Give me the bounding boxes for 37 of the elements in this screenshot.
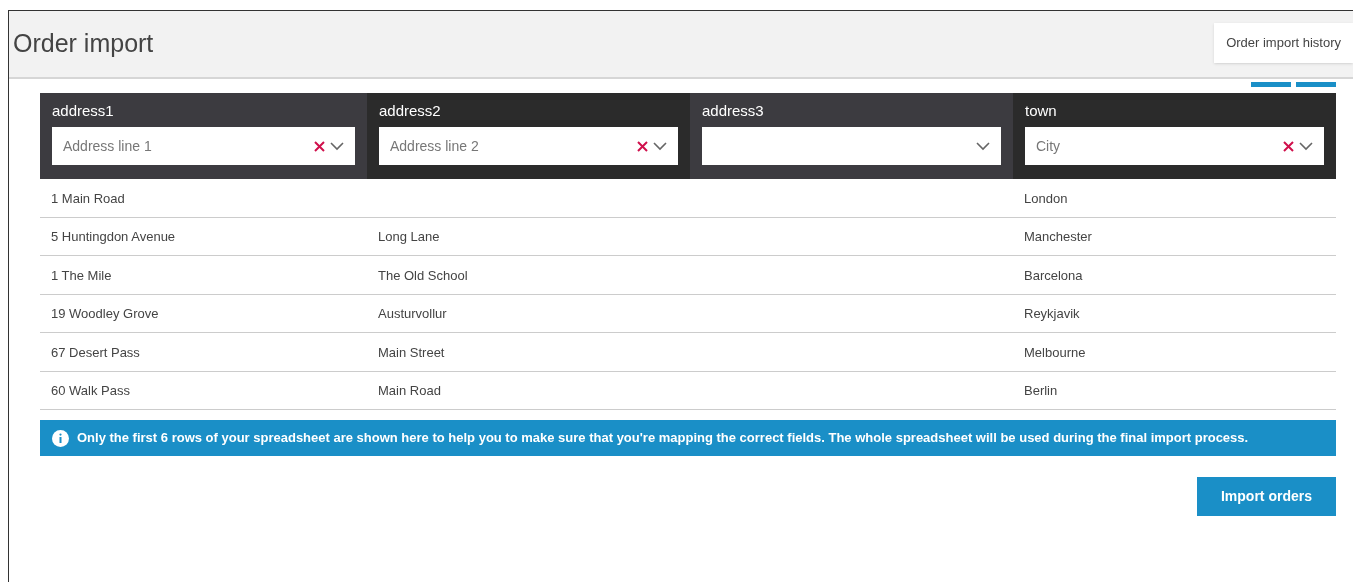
info-icon bbox=[52, 430, 69, 447]
table-cell: 1 The Mile bbox=[51, 267, 112, 283]
column-name: town bbox=[1025, 101, 1057, 121]
table-cell: Berlin bbox=[1024, 383, 1058, 399]
table-cell: Manchester bbox=[1024, 229, 1092, 245]
chevron-down-icon bbox=[330, 141, 344, 151]
clear-icon[interactable] bbox=[637, 140, 648, 152]
chevron-down-icon bbox=[653, 141, 667, 151]
table-cell: Main Street bbox=[378, 344, 445, 360]
history-button[interactable]: Order import history bbox=[1214, 23, 1353, 63]
clear-icon[interactable] bbox=[1283, 140, 1294, 152]
page-title: Order import bbox=[13, 28, 154, 60]
info-message: Only the first 6 rows of your spreadsheet are shown here to help you to make sure that you're mapping the correct fields. The whole spreadsheet will be used during the final import process. bbox=[77, 429, 1249, 446]
field-select[interactable] bbox=[702, 127, 1001, 165]
table-cell: Long Lane bbox=[378, 229, 440, 245]
field-select[interactable]: City bbox=[1025, 127, 1324, 165]
import-orders-button[interactable]: Import orders bbox=[1197, 477, 1336, 516]
table-cell: 1 Main Road bbox=[51, 190, 125, 206]
chevron-down-icon bbox=[976, 141, 990, 151]
clear-icon[interactable] bbox=[314, 140, 325, 152]
field-select[interactable]: Address line 2 bbox=[379, 127, 678, 165]
table-cell: Main Road bbox=[378, 383, 441, 399]
table-cell: London bbox=[1024, 190, 1068, 206]
chevron-down-icon bbox=[1299, 141, 1313, 151]
table-cell: Melbourne bbox=[1024, 344, 1086, 360]
column-name: address1 bbox=[52, 101, 114, 121]
table-cell: The Old School bbox=[378, 267, 468, 283]
field-select[interactable]: Address line 1 bbox=[52, 127, 355, 165]
table-cell: Barcelona bbox=[1024, 267, 1083, 283]
table-cell: 5 Huntingdon Avenue bbox=[51, 229, 176, 245]
table-cell: 67 Desert Pass bbox=[51, 344, 140, 360]
table-cell: 60 Walk Pass bbox=[51, 383, 130, 399]
column-name: address3 bbox=[702, 101, 764, 121]
table-cell: 19 Woodley Grove bbox=[51, 306, 159, 322]
table-cell: Reykjavik bbox=[1024, 306, 1080, 322]
table-cell: Austurvollur bbox=[378, 306, 447, 322]
column-name: address2 bbox=[379, 101, 441, 121]
